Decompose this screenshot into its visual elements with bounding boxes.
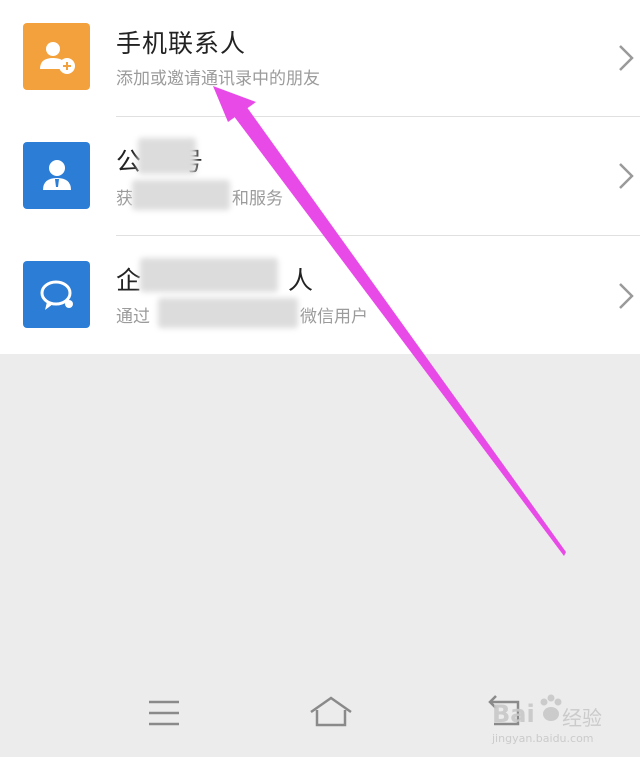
item-title-prefix: 企 <box>116 266 143 295</box>
home-icon[interactable] <box>306 688 356 738</box>
chevron-right-icon <box>619 283 634 309</box>
chevron-right-icon <box>619 163 634 189</box>
list-item-official-accounts[interactable]: 公 号 获 和服务 <box>0 118 640 236</box>
watermark-sub: jingyan.baidu.com <box>492 732 594 745</box>
item-title-suffix: 人 <box>288 266 315 295</box>
add-contact-icon <box>23 23 90 90</box>
menu-icon[interactable] <box>139 688 189 738</box>
redaction-blur <box>138 138 196 174</box>
baidu-watermark: Bai 经验 jingyan.baidu.com <box>480 680 630 750</box>
watermark-text: Bai <box>492 700 535 728</box>
chat-bubble-icon <box>23 261 90 328</box>
redaction-blur <box>132 180 230 210</box>
redaction-blur <box>140 258 278 292</box>
item-subtitle: 和服务 <box>232 189 283 209</box>
person-icon <box>23 142 90 209</box>
redaction-blur <box>158 298 298 328</box>
watermark-cn: 经验 <box>562 706 602 730</box>
item-subtitle: 添加或邀请通讯录中的朋友 <box>116 69 320 89</box>
list-item-enterprise-contacts[interactable]: 企 人 通过 微信用户 <box>0 236 640 354</box>
item-subtitle-prefix: 通过 <box>116 307 150 327</box>
list-item-phone-contacts[interactable]: 手机联系人 添加或邀请通讯录中的朋友 <box>0 0 640 118</box>
contacts-list: 手机联系人 添加或邀请通讯录中的朋友 公 号 获 和服务 <box>0 0 640 354</box>
chevron-right-icon <box>619 45 634 71</box>
paw-icon <box>540 694 562 721</box>
item-subtitle: 微信用户 <box>300 307 368 327</box>
item-title: 手机联系人 <box>116 29 247 58</box>
divider <box>116 116 640 117</box>
item-subtitle-prefix: 获 <box>116 189 133 209</box>
